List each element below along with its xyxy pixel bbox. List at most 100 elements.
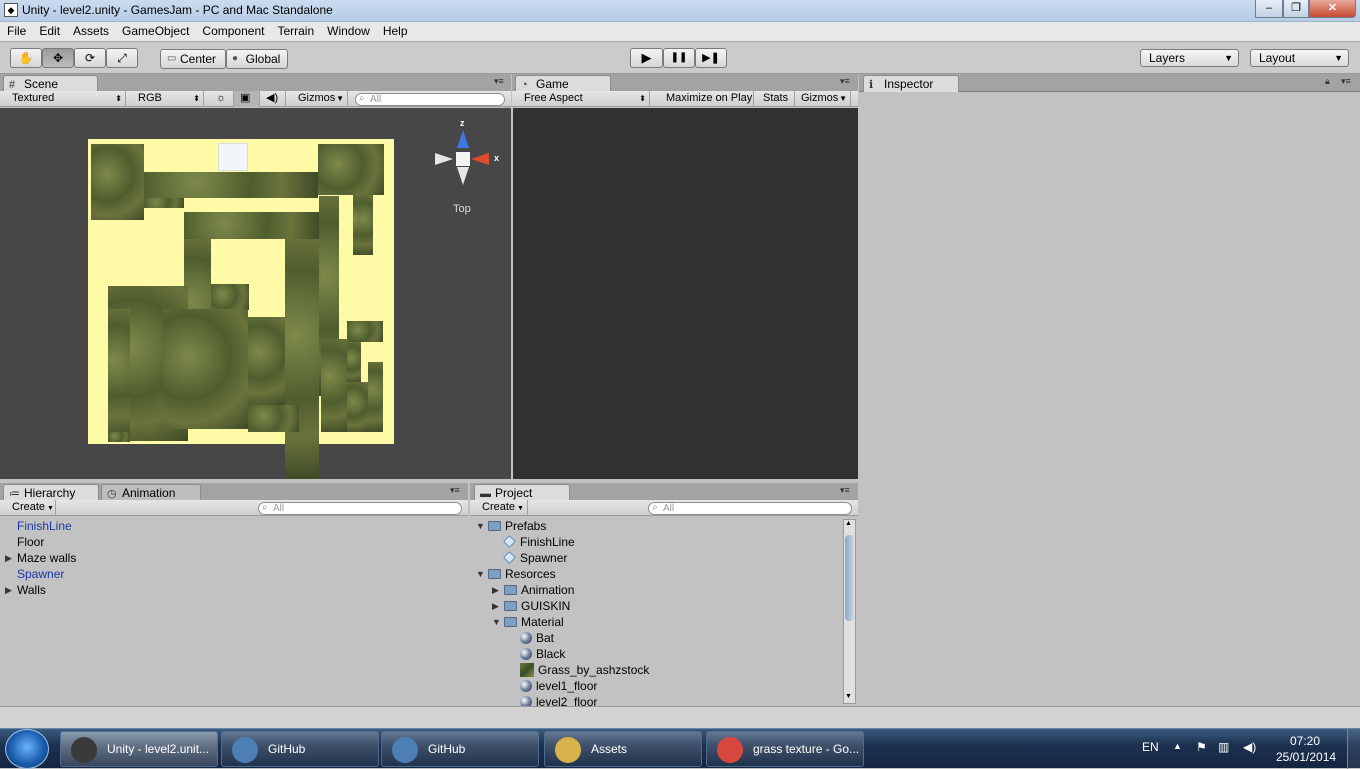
scene-audio-toggle[interactable]: ◀) <box>260 91 286 107</box>
restore-button[interactable]: ❐ <box>1283 0 1309 18</box>
neg-x-axis-cone[interactable] <box>435 153 453 165</box>
menu-help[interactable]: Help <box>376 22 414 38</box>
draw-mode-dropdown[interactable]: Textured ⬍ <box>6 91 126 107</box>
project-row[interactable]: level2_floor <box>470 694 840 706</box>
scale-tool-button[interactable]: ⤢ <box>106 48 138 68</box>
gizmo-center-cube[interactable] <box>456 152 470 166</box>
pivot-global-toggle[interactable]: ● Global <box>226 49 288 69</box>
project-scroll-thumb[interactable] <box>845 535 854 621</box>
taskbar-item[interactable]: GitHub <box>381 731 539 767</box>
pivot-center-toggle[interactable]: ▭ Center <box>160 49 226 69</box>
menu-terrain[interactable]: Terrain <box>270 22 320 38</box>
taskbar-item[interactable]: Assets <box>544 731 702 767</box>
taskbar-item[interactable]: GitHub <box>221 731 379 767</box>
scroll-down-icon[interactable]: ▼ <box>845 693 852 700</box>
maximize-on-play-toggle[interactable]: Maximize on Play <box>660 91 754 107</box>
panel-menu-icon[interactable]: ▾≡ <box>494 76 504 87</box>
show-desktop-button[interactable] <box>1347 729 1360 769</box>
hierarchy-search-input[interactable]: ⌕ All <box>258 502 462 515</box>
lock-icon[interactable]: 🔒︎ <box>1325 76 1330 87</box>
hierarchy-create-dropdown[interactable]: Create ▼ <box>6 500 56 516</box>
hierarchy-row[interactable]: ▶ Maze walls <box>0 550 468 566</box>
panel-menu-icon[interactable]: ▾≡ <box>1341 76 1351 87</box>
expand-arrow-icon[interactable]: ▶ <box>5 550 12 566</box>
project-tree: ▼ Prefabs FinishLine Spawner ▼ Resorces ▶ Anima… <box>470 518 840 706</box>
hierarchy-search-placeholder: All <box>273 503 285 514</box>
panel-menu-icon[interactable]: ▾≡ <box>840 485 850 496</box>
minimize-button[interactable]: ‒ <box>1255 0 1283 18</box>
language-indicator[interactable]: EN <box>1142 740 1159 754</box>
dropdown-arrow-icon: ▼ <box>1224 53 1233 63</box>
network-icon[interactable]: ▥ <box>1218 740 1229 754</box>
menu-component[interactable]: Component <box>195 22 270 38</box>
expand-arrow-icon[interactable]: ▶ <box>5 582 12 598</box>
project-search-input[interactable]: ⌕ All <box>648 502 852 515</box>
finish-line-block[interactable] <box>218 143 248 171</box>
project-row[interactable]: Spawner <box>470 550 840 566</box>
project-row[interactable]: level1_floor <box>470 678 840 694</box>
hierarchy-row[interactable]: FinishLine <box>0 518 468 534</box>
texture-thumbnail-icon <box>520 662 534 677</box>
expand-arrow-icon[interactable]: ▶ <box>492 598 499 614</box>
pause-button[interactable]: ❚❚ <box>663 48 695 68</box>
project-create-dropdown[interactable]: Create ▼ <box>476 500 528 516</box>
render-mode-dropdown[interactable]: RGB ⬍ <box>132 91 204 107</box>
tray-expand-icon[interactable]: ▲ <box>1173 741 1182 751</box>
stats-toggle[interactable]: Stats <box>757 91 795 107</box>
aspect-dropdown[interactable]: Free Aspect ⬍ <box>518 91 650 107</box>
layout-dropdown[interactable]: Layout ▼ <box>1250 49 1349 67</box>
start-button[interactable] <box>5 729 49 769</box>
taskbar-item[interactable]: Unity - level2.unit... <box>60 731 218 767</box>
neg-z-axis-cone[interactable] <box>457 167 469 185</box>
layers-dropdown[interactable]: Layers ▼ <box>1140 49 1239 67</box>
game-view[interactable] <box>513 108 858 479</box>
scene-gizmos-dropdown[interactable]: Gizmos ▼ <box>292 91 348 107</box>
scene-lighting-toggle[interactable]: ☼ <box>210 91 234 107</box>
taskbar-item[interactable]: grass texture - Go... <box>706 731 864 767</box>
x-axis-cone[interactable] <box>471 153 489 165</box>
menu-edit[interactable]: Edit <box>32 22 66 38</box>
project-row[interactable]: FinishLine <box>470 534 840 550</box>
scene-view[interactable]: z x Top <box>0 108 511 479</box>
rotate-tool-button[interactable]: ⟳ <box>74 48 106 68</box>
tab-inspector[interactable]: ℹ Inspector <box>863 75 959 93</box>
menu-gameobject[interactable]: GameObject <box>115 22 195 38</box>
panel-menu-icon[interactable]: ▾≡ <box>450 485 460 496</box>
z-axis-cone[interactable] <box>457 130 469 148</box>
scene-search-input[interactable]: ⌕ All <box>355 93 505 106</box>
clock-date[interactable]: 25/01/2014 <box>1276 750 1336 764</box>
project-row[interactable]: Bat <box>470 630 840 646</box>
hierarchy-row[interactable]: ▶ Walls <box>0 582 468 598</box>
menu-assets[interactable]: Assets <box>66 22 115 38</box>
maze-floor[interactable] <box>88 139 394 479</box>
game-gizmos-dropdown[interactable]: Gizmos ▼ <box>795 91 851 107</box>
scroll-up-icon[interactable]: ▲ <box>845 520 852 527</box>
project-row[interactable]: ▼ Prefabs <box>470 518 840 534</box>
hierarchy-row[interactable]: Spawner <box>0 566 468 582</box>
project-row[interactable]: ▼ Material <box>470 614 840 630</box>
project-row[interactable]: ▶ Animation <box>470 582 840 598</box>
scene-orientation-gizmo[interactable]: z x Top <box>429 118 509 228</box>
panel-menu-icon[interactable]: ▾≡ <box>840 76 850 87</box>
clock-time[interactable]: 07:20 <box>1290 734 1320 748</box>
project-row[interactable]: ▶ GUISKIN <box>470 598 840 614</box>
step-button[interactable]: ▶❚ <box>695 48 727 68</box>
collapse-arrow-icon[interactable]: ▼ <box>492 614 501 630</box>
project-scrollbar[interactable]: ▲ ▼ <box>843 519 856 704</box>
project-row[interactable]: Black <box>470 646 840 662</box>
hand-tool-button[interactable]: ✋ <box>10 48 42 68</box>
project-row[interactable]: ▼ Resorces <box>470 566 840 582</box>
expand-arrow-icon[interactable]: ▶ <box>492 582 499 598</box>
menu-window[interactable]: Window <box>320 22 376 38</box>
collapse-arrow-icon[interactable]: ▼ <box>476 566 485 582</box>
play-button[interactable]: ▶ <box>630 48 663 68</box>
hierarchy-row[interactable]: Floor <box>0 534 468 550</box>
volume-icon[interactable]: ◀) <box>1243 740 1256 754</box>
move-tool-button[interactable]: ✥ <box>42 48 74 68</box>
scene-fx-toggle[interactable]: ▣ <box>234 91 260 107</box>
menu-file[interactable]: File <box>0 22 32 38</box>
close-button[interactable]: ✕ <box>1309 0 1356 18</box>
project-row[interactable]: Grass_by_ashzstock <box>470 662 840 678</box>
flag-icon[interactable]: ⚑ <box>1196 740 1207 754</box>
collapse-arrow-icon[interactable]: ▼ <box>476 518 485 534</box>
